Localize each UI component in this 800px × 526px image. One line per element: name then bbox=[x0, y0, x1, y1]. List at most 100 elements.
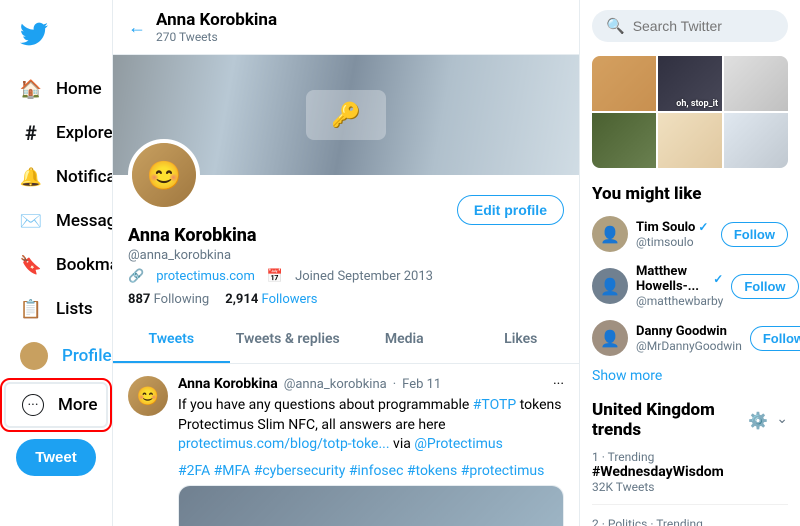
show-more-button[interactable]: Show more bbox=[592, 368, 788, 384]
sidebar-item-home-label: Home bbox=[56, 79, 102, 99]
sidebar-item-bookmarks-label: Bookmarks bbox=[56, 255, 113, 275]
sidebar-item-more[interactable]: ··· More bbox=[4, 382, 108, 428]
follow-handle-1: @timsoulo bbox=[636, 235, 713, 249]
tweet-author-avatar: 😊 bbox=[128, 376, 168, 416]
trend-item-1: 1 · Trending #WednesdayWisdom 32K Tweets bbox=[592, 450, 788, 505]
tweet-link[interactable]: protectimus.com/blog/totp-toke... bbox=[178, 436, 390, 452]
sidebar-item-explore-label: Explore bbox=[56, 123, 113, 143]
tab-media[interactable]: Media bbox=[346, 317, 463, 363]
sidebar-item-profile[interactable]: Profile bbox=[4, 332, 108, 380]
tweet-hashtag1[interactable]: #TOTP bbox=[473, 397, 516, 413]
follow-info-1: Tim Soulo ✓ @timsoulo bbox=[636, 220, 713, 249]
photo-cell-1 bbox=[592, 56, 656, 111]
tweet-button[interactable]: Tweet bbox=[16, 439, 96, 476]
search-icon: 🔍 bbox=[606, 17, 625, 35]
profile-handle: @anna_korobkina bbox=[128, 248, 564, 263]
photo-grid[interactable]: oh, stop_it bbox=[592, 56, 788, 168]
profile-stats: 887 Following 2,914 Followers bbox=[128, 292, 564, 307]
more-icon: ··· bbox=[22, 394, 44, 416]
trends-header: United Kingdom trends ⚙️ ⌄ bbox=[592, 400, 788, 440]
follow-info-2: Matthew Howells-... ✓ @matthewbarby bbox=[636, 264, 723, 308]
list-icon: 📋 bbox=[20, 298, 42, 320]
profile-website-icon: 🔗 bbox=[128, 269, 144, 284]
sidebar-item-notifications-label: Notifications bbox=[56, 167, 113, 187]
profile-meta: 🔗 protectimus.com 📅 Joined September 201… bbox=[128, 269, 564, 284]
follow-suggestion-2: 👤 Matthew Howells-... ✓ @matthewbarby Fo… bbox=[592, 264, 788, 308]
sidebar-item-messages-label: Messages bbox=[56, 211, 113, 231]
tweet-card-image bbox=[179, 486, 563, 526]
sidebar-item-home[interactable]: 🏠 Home bbox=[4, 68, 108, 110]
tweet-date: Feb 11 bbox=[402, 377, 441, 392]
sidebar-item-notifications[interactable]: 🔔 Notifications bbox=[4, 156, 108, 198]
edit-profile-button[interactable]: Edit profile bbox=[457, 195, 564, 225]
profile-name: Anna Korobkina bbox=[128, 225, 564, 246]
bookmark-icon: 🔖 bbox=[20, 254, 42, 276]
tweet-card[interactable]: TOTP Tokens Protectimus Slim NFC: FAQ - … bbox=[178, 485, 564, 526]
photo-cell-6 bbox=[724, 113, 788, 168]
photo-cell-5 bbox=[658, 113, 722, 168]
verified-icon-1: ✓ bbox=[698, 220, 708, 234]
left-sidebar: 🏠 Home # Explore 🔔 Notifications ✉️ Mess… bbox=[0, 0, 113, 526]
tweet-more-button[interactable]: ··· bbox=[553, 376, 564, 392]
trend-2-meta: 2 · Politics · Trending bbox=[592, 517, 788, 526]
back-button[interactable]: ← bbox=[128, 17, 146, 38]
follow-avatar-3: 👤 bbox=[592, 320, 628, 356]
tweet-mention[interactable]: @Protectimus bbox=[414, 436, 503, 452]
tab-tweets[interactable]: Tweets bbox=[113, 317, 230, 363]
main-content: ← Anna Korobkina 270 Tweets 🔑 😊 Edit pro… bbox=[113, 0, 580, 526]
home-icon: 🏠 bbox=[20, 78, 42, 100]
sidebar-item-explore[interactable]: # Explore bbox=[4, 112, 108, 154]
follow-button-2[interactable]: Follow bbox=[731, 274, 798, 299]
sidebar-item-lists-label: Lists bbox=[56, 299, 93, 319]
photo-cell-3 bbox=[724, 56, 788, 111]
follow-avatar-1: 👤 bbox=[592, 216, 628, 252]
profile-header-tweet-count: 270 Tweets bbox=[156, 30, 277, 44]
profile-photo: 😊 bbox=[128, 139, 200, 211]
profile-tabs: Tweets Tweets & replies Media Likes bbox=[113, 317, 579, 364]
sidebar-item-profile-label: Profile bbox=[62, 346, 112, 366]
follow-name-3: Danny Goodwin bbox=[636, 324, 742, 339]
tweet-item: 😊 Anna Korobkina @anna_korobkina · Feb 1… bbox=[113, 364, 579, 526]
sidebar-item-bookmarks[interactable]: 🔖 Bookmarks bbox=[4, 244, 108, 286]
follow-avatar-2: 👤 bbox=[592, 268, 628, 304]
tweet-hashtags: #2FA #MFA #cybersecurity #infosec #token… bbox=[178, 463, 564, 479]
sidebar-item-lists[interactable]: 📋 Lists bbox=[4, 288, 108, 330]
trends-collapse-icon[interactable]: ⌄ bbox=[776, 411, 788, 430]
profile-website[interactable]: protectimus.com bbox=[156, 269, 255, 284]
search-box: 🔍 bbox=[592, 10, 788, 42]
trend-item-2: 2 · Politics · Trending #Immigration 14.… bbox=[592, 517, 788, 526]
explore-icon: # bbox=[20, 122, 42, 144]
sidebar-item-more-label: More bbox=[58, 395, 97, 415]
follow-handle-2: @matthewbarby bbox=[636, 294, 723, 308]
follow-button-1[interactable]: Follow bbox=[721, 222, 788, 247]
profile-joined: Joined September 2013 bbox=[295, 269, 433, 284]
avatar bbox=[20, 342, 48, 370]
follow-suggestion-1: 👤 Tim Soulo ✓ @timsoulo Follow bbox=[592, 216, 788, 252]
trend-1-name[interactable]: #WednesdayWisdom bbox=[592, 464, 788, 480]
trends-settings-icon[interactable]: ⚙️ bbox=[748, 411, 768, 430]
search-input[interactable] bbox=[633, 18, 774, 34]
profile-header-bar: ← Anna Korobkina 270 Tweets bbox=[113, 0, 579, 55]
follow-name-1: Tim Soulo ✓ bbox=[636, 220, 713, 235]
tweet-author-name: Anna Korobkina bbox=[178, 376, 278, 392]
follow-handle-3: @MrDannyGoodwin bbox=[636, 339, 742, 353]
profile-header-name: Anna Korobkina bbox=[156, 10, 277, 30]
tab-likes[interactable]: Likes bbox=[463, 317, 580, 363]
trends-title: United Kingdom trends bbox=[592, 400, 748, 440]
sidebar-item-messages[interactable]: ✉️ Messages bbox=[4, 200, 108, 242]
bell-icon: 🔔 bbox=[20, 166, 42, 188]
follow-suggestion-3: 👤 Danny Goodwin @MrDannyGoodwin Follow bbox=[592, 320, 788, 356]
follow-name-2: Matthew Howells-... ✓ bbox=[636, 264, 723, 294]
profile-calendar-icon: 📅 bbox=[267, 269, 283, 284]
mail-icon: ✉️ bbox=[20, 210, 42, 232]
follow-info-3: Danny Goodwin @MrDannyGoodwin bbox=[636, 324, 742, 353]
right-sidebar: 🔍 oh, stop_it You might like 👤 Tim Soulo… bbox=[580, 0, 800, 526]
photo-cell-2: oh, stop_it bbox=[658, 56, 722, 111]
photo-label: oh, stop_it bbox=[676, 99, 718, 109]
trend-1-meta: 1 · Trending bbox=[592, 450, 788, 464]
following-stat: 887 Following bbox=[128, 292, 209, 307]
follow-button-3[interactable]: Follow bbox=[750, 326, 800, 351]
verified-icon-2: ✓ bbox=[713, 272, 723, 286]
tab-tweets-replies[interactable]: Tweets & replies bbox=[230, 317, 347, 363]
followers-stat: 2,914 Followers bbox=[225, 292, 317, 307]
